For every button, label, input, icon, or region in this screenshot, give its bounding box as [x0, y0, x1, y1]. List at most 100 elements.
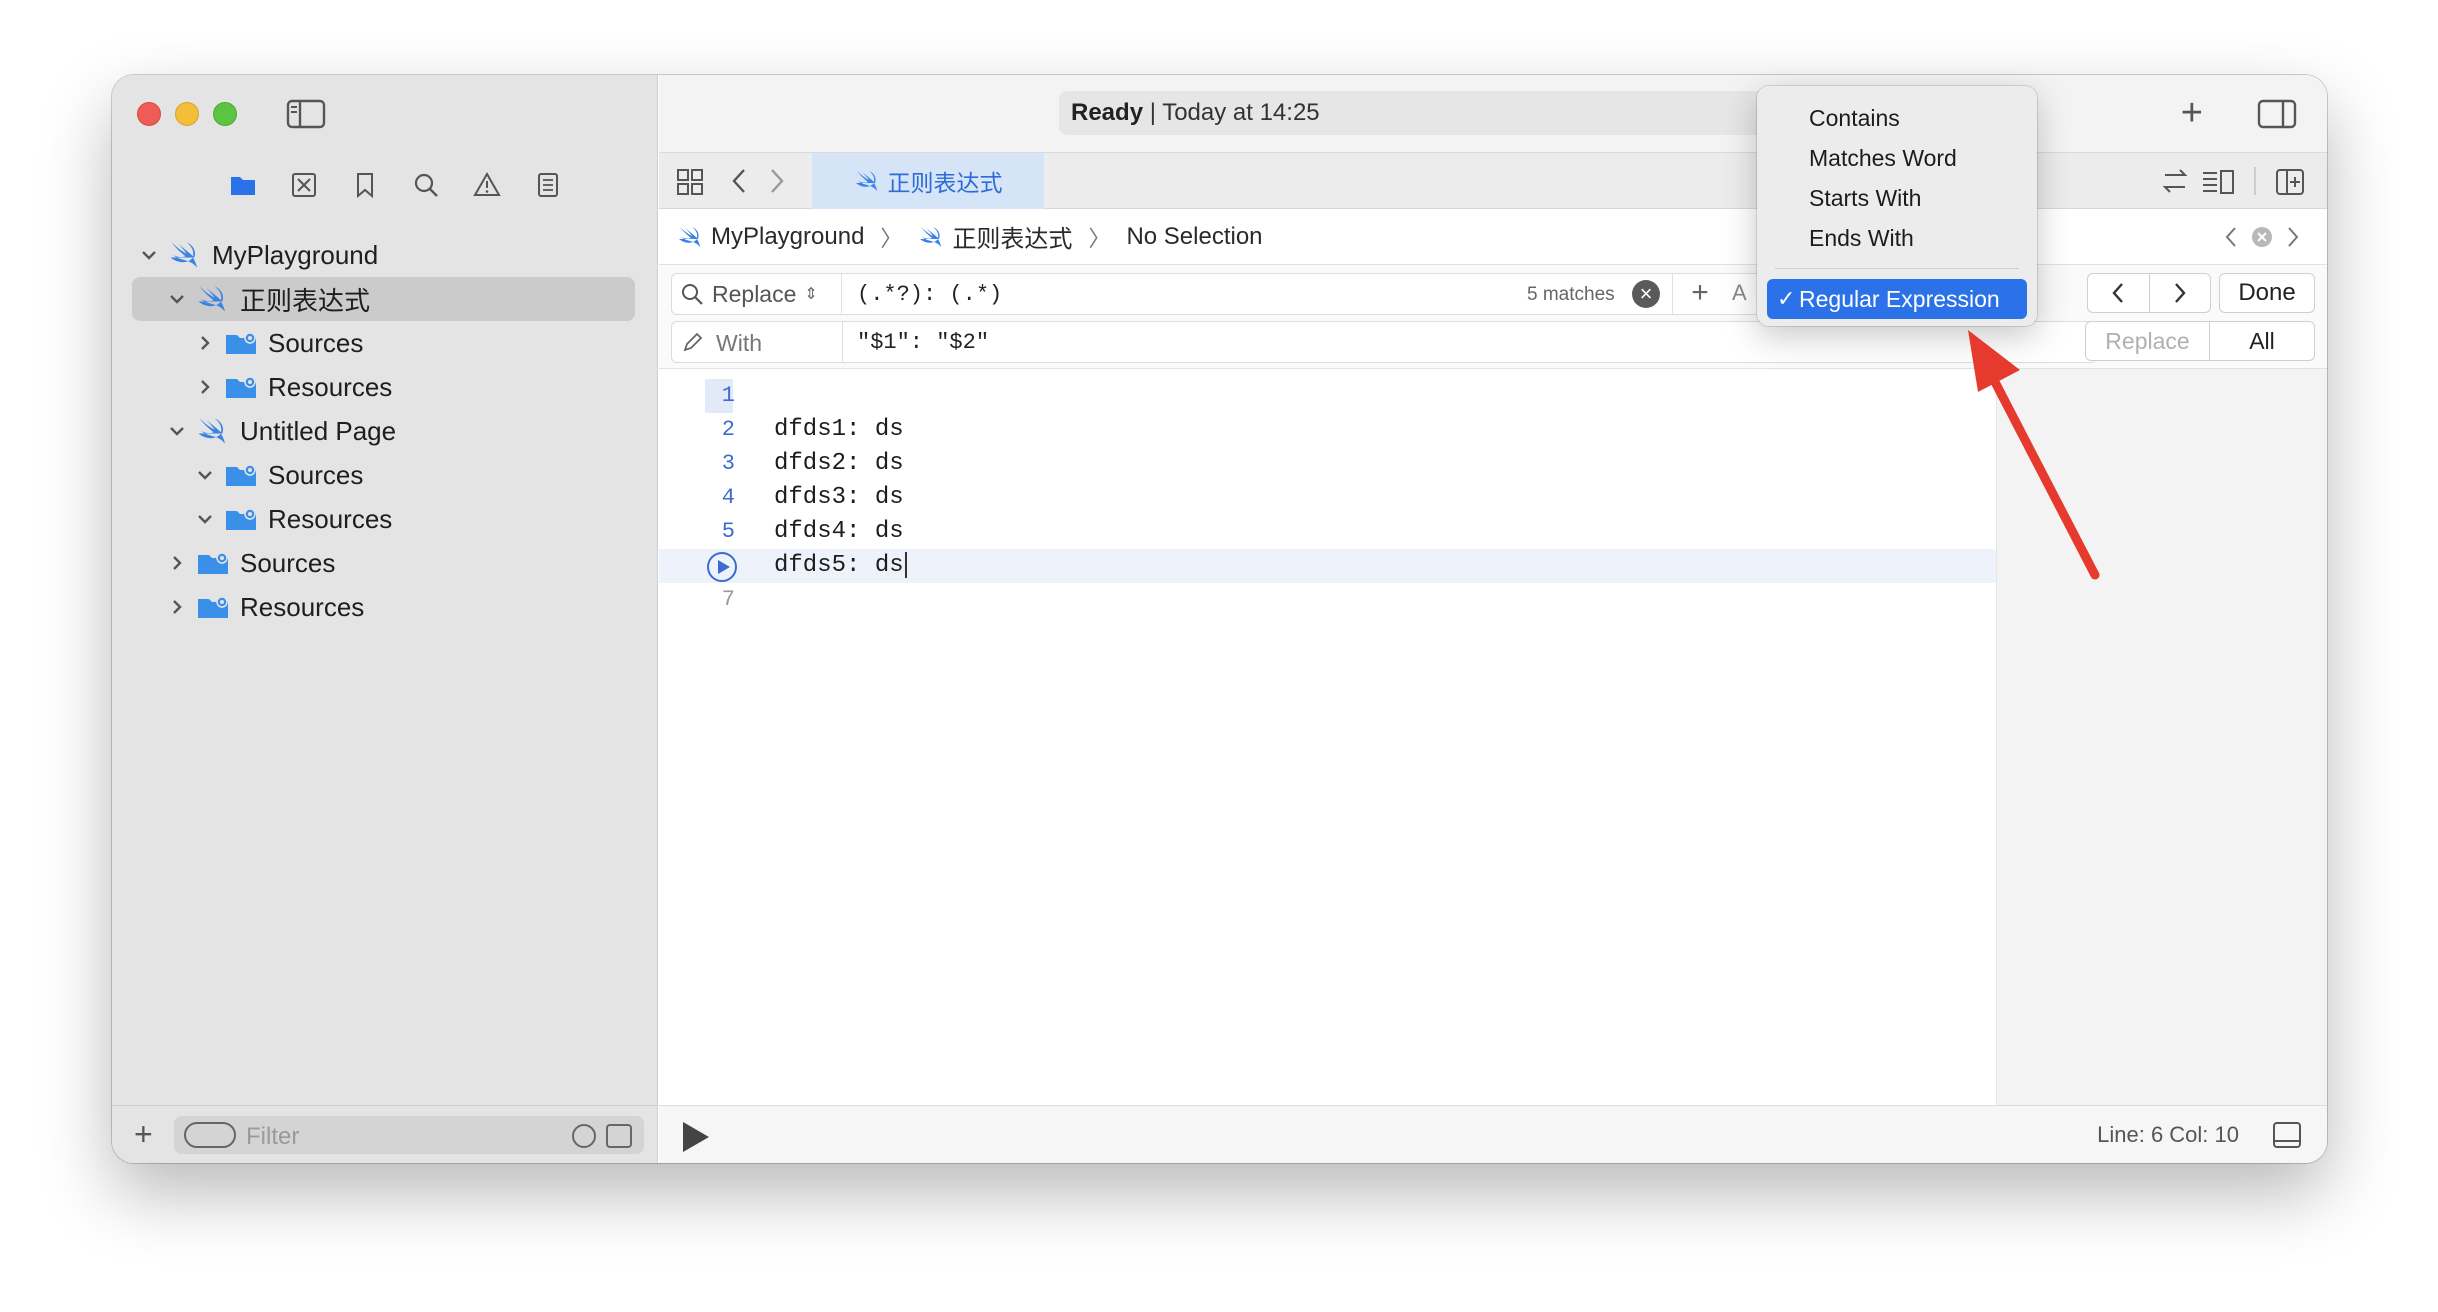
line-number: 1 [721, 383, 735, 408]
modified-files-icon[interactable] [606, 1124, 632, 1148]
close-button[interactable] [137, 102, 161, 126]
next-match-button[interactable] [2150, 274, 2211, 312]
clear-search-button[interactable]: × [1632, 280, 1660, 308]
bookmark-navigator-tab[interactable] [334, 163, 395, 207]
tree-item-label: Sources [268, 459, 364, 490]
library-add-button[interactable]: + [2181, 94, 2203, 132]
swift-icon [679, 226, 700, 247]
tree-item[interactable]: Untitled Page [112, 409, 657, 453]
line-number: 3 [721, 451, 735, 476]
add-file-button[interactable]: + [134, 1118, 153, 1150]
back-chevron-icon[interactable] [729, 167, 749, 195]
code-line[interactable]: 4 dfds3: ds [659, 481, 1996, 515]
report-navigator-tab[interactable] [517, 163, 578, 207]
folder-icon [224, 373, 258, 401]
issue-navigator-tab[interactable] [456, 163, 517, 207]
tree-item[interactable]: Resources [112, 365, 657, 409]
tree-item[interactable]: MyPlayground [112, 233, 657, 277]
inspector-toggle-icon[interactable] [2257, 99, 2297, 129]
code-line[interactable]: dfds5: ds [659, 549, 1996, 583]
menu-item-starts-with[interactable]: Starts With [1767, 178, 2027, 218]
project-tree: MyPlayground 正则表达式 Sources Resources Untitle… [112, 233, 657, 629]
editor-area: Ready | Today at 14:25 + 正则表达式 MyPlaygro… [659, 75, 2327, 1163]
swift-icon [196, 285, 230, 313]
annotation-arrow-icon [1968, 330, 2100, 580]
replace-input[interactable] [857, 328, 1457, 356]
run-to-line-icon[interactable] [707, 552, 737, 582]
tree-item-label: MyPlayground [212, 239, 379, 270]
menu-item-matches-word[interactable]: Matches Word [1767, 138, 2027, 178]
find-mode-label: Replace [712, 280, 797, 307]
chevron-right-icon[interactable] [166, 552, 188, 574]
previous-match-button[interactable] [2088, 274, 2150, 312]
tree-item-label: Resources [268, 503, 393, 534]
run-playground-button[interactable] [683, 1122, 709, 1152]
tree-item[interactable]: 正则表达式 [112, 277, 657, 321]
source-control-navigator-tab[interactable] [273, 163, 334, 207]
filter-field[interactable]: Filter [174, 1116, 644, 1154]
recent-files-icon[interactable] [572, 1124, 596, 1148]
match-count: 5 matches [1527, 284, 1615, 305]
menu-item-ends-with[interactable]: Ends With [1767, 218, 2027, 258]
navigator-footer: + Filter [112, 1105, 657, 1163]
zoom-button[interactable] [213, 102, 237, 126]
done-button[interactable]: Done [2219, 273, 2315, 313]
chevron-right-icon[interactable] [194, 376, 216, 398]
report-icon [537, 173, 558, 197]
tree-item[interactable]: Sources [112, 321, 657, 365]
bookmark-icon [356, 173, 373, 199]
code-line[interactable]: 2 dfds1: ds [659, 413, 1996, 447]
chevron-down-icon[interactable] [166, 288, 188, 310]
replace-all-button[interactable]: All [2210, 322, 2314, 360]
updown-chevron-icon: ⇕ [804, 286, 818, 303]
code-line[interactable]: 1 [659, 379, 1996, 413]
tab-bar: 正则表达式 [659, 153, 2327, 209]
navigator-sidebar: MyPlayground 正则表达式 Sources Resources Untitle… [112, 75, 658, 1163]
match-case-toggle[interactable]: A [1732, 280, 1747, 306]
tree-item[interactable]: Sources [112, 453, 657, 497]
chevron-left-icon [2112, 283, 2124, 303]
tree-item[interactable]: Sources [112, 541, 657, 585]
chevron-down-icon[interactable] [194, 464, 216, 486]
issue-navigation-icons[interactable] [2217, 225, 2307, 249]
line-number: 5 [721, 519, 735, 544]
code-text-content: dfds1: ds [774, 416, 904, 443]
code-editor[interactable]: 1 2 dfds1: ds 3 dfds2: ds 4 dfds3: ds 5 dfds4: d… [659, 369, 1997, 1105]
editor-options-icons[interactable] [2137, 153, 2327, 209]
activity-status: Ready | Today at 14:25 [1059, 91, 1819, 135]
tree-item[interactable]: Resources [112, 585, 657, 629]
related-items-grid-icon[interactable] [675, 167, 705, 197]
navigator-selector [212, 163, 578, 207]
menu-item-regular-expression[interactable]: ✓ Regular Expression [1767, 279, 2027, 319]
find-input[interactable] [857, 280, 1457, 308]
find-navigator-tab[interactable] [395, 163, 456, 207]
tree-item-label: Untitled Page [240, 415, 397, 446]
code-line[interactable]: 5 dfds4: ds [659, 515, 1996, 549]
code-text-content: dfds2: ds [774, 450, 904, 477]
tab-regex-page[interactable]: 正则表达式 [812, 153, 1044, 209]
jump-bar: MyPlayground 〉 正则表达式 〉 No Selection [659, 209, 2327, 265]
folder-icon [224, 505, 258, 533]
sidebar-toggle-icon[interactable] [286, 99, 326, 129]
breadcrumb-project[interactable]: MyPlayground [711, 223, 864, 251]
chevron-down-icon[interactable] [194, 508, 216, 530]
tree-item[interactable]: Resources [112, 497, 657, 541]
chevron-right-icon[interactable] [166, 596, 188, 618]
chevron-right-icon[interactable] [194, 332, 216, 354]
forward-chevron-icon[interactable] [767, 167, 787, 195]
breadcrumb-selection[interactable]: No Selection [1126, 223, 1262, 251]
code-line[interactable]: 3 dfds2: ds [659, 447, 1996, 481]
chevron-down-icon[interactable] [166, 420, 188, 442]
minimize-button[interactable] [175, 102, 199, 126]
debug-area-toggle-icon[interactable] [2273, 1122, 2301, 1148]
swift-icon [855, 171, 877, 191]
breadcrumb-page[interactable]: 正则表达式 [952, 219, 1072, 254]
filter-options-icon[interactable] [184, 1122, 236, 1148]
breadcrumb-separator: 〉 [880, 225, 903, 251]
project-navigator-tab[interactable] [212, 163, 273, 207]
menu-item-contains[interactable]: Contains [1767, 98, 2027, 138]
chevron-down-icon[interactable] [138, 244, 160, 266]
add-pattern-button[interactable]: + [1672, 274, 1727, 314]
code-line[interactable]: 7 [659, 583, 1996, 617]
find-mode-selector[interactable]: Replace ⇕ [672, 274, 842, 314]
